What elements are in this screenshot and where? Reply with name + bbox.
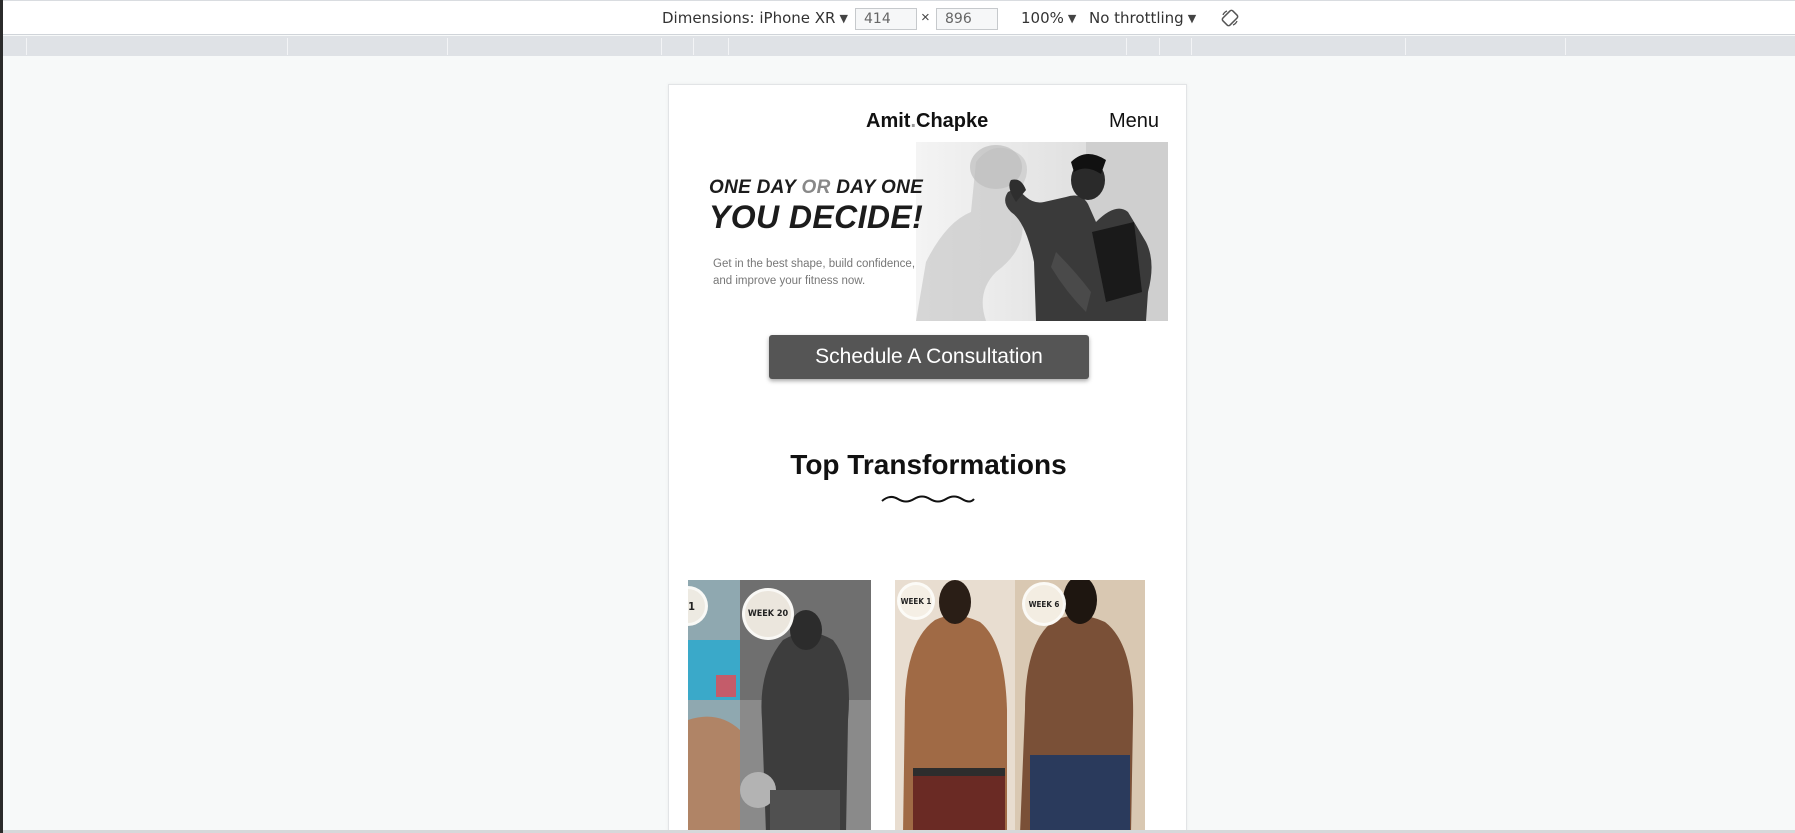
throttling-dropdown[interactable]: No throttling ▼ bbox=[1089, 9, 1196, 27]
media-query-segment[interactable] bbox=[287, 38, 288, 55]
device-dimensions-dropdown[interactable]: Dimensions: iPhone XR ▼ bbox=[662, 9, 848, 27]
hero-headline-line2: YOU DECIDE! bbox=[709, 199, 924, 235]
transformation-photo[interactable]: WEEK 1 WEEK 6 bbox=[895, 580, 1145, 832]
brand-first: Amit bbox=[866, 110, 911, 132]
chevron-down-icon: ▼ bbox=[1067, 11, 1077, 25]
media-query-segment[interactable] bbox=[661, 38, 662, 55]
menu-button[interactable]: Menu bbox=[1109, 110, 1159, 133]
device-toolbar: Dimensions: iPhone XR ▼ 414 × 896 100% ▼… bbox=[0, 0, 1795, 35]
throttling-label: No throttling bbox=[1089, 9, 1184, 27]
media-query-segment[interactable] bbox=[1405, 38, 1406, 55]
zoom-dropdown[interactable]: 100% ▼ bbox=[1021, 9, 1076, 27]
chevron-down-icon: ▼ bbox=[1187, 11, 1197, 25]
media-query-segment[interactable] bbox=[1126, 38, 1127, 55]
hero-subtext-line2: and improve your fitness now. bbox=[713, 275, 866, 287]
device-dimensions-label: Dimensions: iPhone XR bbox=[662, 9, 836, 27]
squiggle-divider bbox=[881, 495, 975, 503]
media-query-segment[interactable] bbox=[447, 38, 448, 55]
mobile-viewport: Amit.Chapke Menu ONE DAY OR DAY ONE YOU … bbox=[668, 84, 1187, 833]
hero-subtext-line1: Get in the best shape, build confidence, bbox=[713, 258, 916, 270]
headline-or: OR bbox=[801, 177, 831, 198]
week-badge: WEEK 1 bbox=[897, 582, 935, 620]
media-query-segment[interactable] bbox=[1191, 38, 1192, 55]
site-logo[interactable]: Amit.Chapke bbox=[866, 110, 988, 133]
media-query-segment[interactable] bbox=[1565, 38, 1566, 55]
rotate-icon[interactable] bbox=[1221, 9, 1239, 27]
media-query-segment[interactable] bbox=[1159, 38, 1160, 55]
times-icon: × bbox=[921, 9, 930, 26]
brand-last: Chapke bbox=[916, 110, 989, 132]
width-input[interactable]: 414 bbox=[855, 8, 917, 30]
media-query-segment[interactable] bbox=[693, 38, 694, 55]
media-query-bar bbox=[3, 36, 1795, 56]
transformation-photo[interactable]: 1 WEEK 20 bbox=[688, 580, 871, 832]
transformation-photo-2 bbox=[895, 580, 1145, 832]
window-left-edge bbox=[0, 0, 3, 833]
chevron-down-icon: ▼ bbox=[839, 11, 848, 25]
week-badge: WEEK 6 bbox=[1022, 582, 1066, 626]
headline-part-b: DAY ONE bbox=[830, 177, 924, 198]
media-query-segment[interactable] bbox=[728, 38, 729, 55]
hero-headline-line1: ONE DAY OR DAY ONE bbox=[709, 177, 923, 199]
hero-photo-illustration bbox=[916, 142, 1168, 321]
hero-image bbox=[916, 142, 1168, 321]
headline-part-a: ONE DAY bbox=[709, 177, 802, 198]
hero-subtext: Get in the best shape, build confidence,… bbox=[713, 256, 933, 290]
zoom-label: 100% bbox=[1021, 9, 1064, 27]
media-query-segment[interactable] bbox=[26, 38, 27, 55]
section-title: Top Transformations bbox=[790, 449, 1067, 480]
week-badge: WEEK 20 bbox=[742, 588, 794, 640]
schedule-consultation-button[interactable]: Schedule A Consultation bbox=[769, 335, 1089, 379]
height-input[interactable]: 896 bbox=[936, 8, 998, 30]
